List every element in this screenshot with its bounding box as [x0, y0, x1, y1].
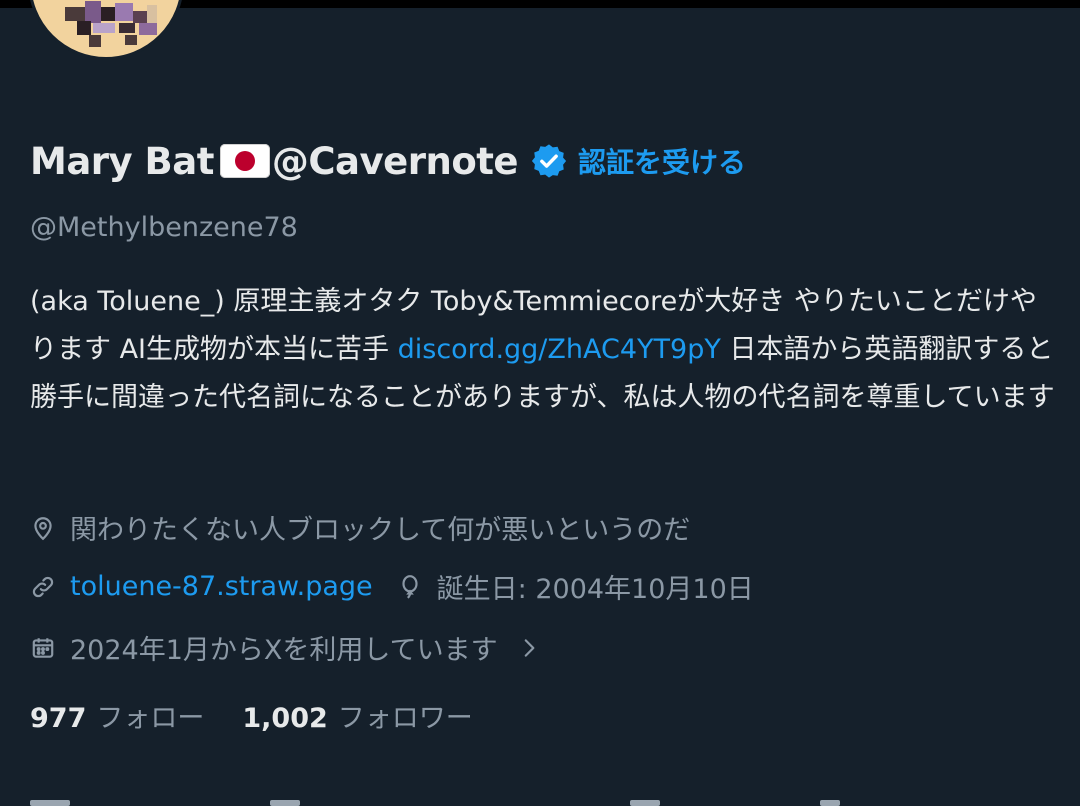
chevron-right-icon[interactable] [516, 635, 542, 661]
balloon-icon [397, 574, 423, 600]
follow-stats: 977 フォロー 1,002 フォロワー [30, 696, 473, 735]
cut-off-content [0, 796, 1080, 806]
joined-text: 2024年1月からXを利用しています [70, 635, 498, 666]
website-birthday-row: toluene-87.straw.page 誕生日: 2004年10月10日 [30, 567, 754, 606]
followers-link[interactable]: 1,002 フォロワー [242, 696, 472, 735]
location-pin-icon [30, 515, 56, 541]
joined-row[interactable]: 2024年1月からXを利用しています [30, 628, 542, 667]
website-link[interactable]: toluene-87.straw.page [70, 571, 373, 602]
location-row: 関わりたくない人ブロックして何が悪いというのだ [30, 508, 690, 547]
link-icon [30, 574, 56, 600]
verified-badge-icon[interactable] [530, 142, 568, 180]
discord-link[interactable]: discord.gg/ZhAC4YT9pY [398, 334, 721, 365]
followers-count: 1,002 [242, 703, 328, 734]
display-name-suffix: @Cavernote [271, 139, 519, 183]
profile-bio: (aka Toluene_) 原理主義オタク Toby&Temmiecoreが大… [30, 278, 1060, 422]
following-label: フォロー [96, 703, 205, 734]
birthday-text: 誕生日: 2004年10月10日 [436, 574, 754, 605]
japan-flag-icon [219, 144, 270, 178]
calendar-icon [30, 635, 56, 661]
profile-handle: @Methylbenzene78 [30, 212, 298, 243]
get-verified-link[interactable]: 認証を受ける [578, 141, 746, 181]
profile-name-row: Mary Bat @Cavernote 認証を受ける [30, 136, 746, 186]
following-link[interactable]: 977 フォロー [30, 696, 204, 735]
location-text: 関わりたくない人ブロックして何が悪いというのだ [70, 515, 691, 546]
following-count: 977 [30, 703, 87, 734]
display-name: Mary Bat [30, 139, 214, 183]
followers-label: フォロワー [337, 703, 473, 734]
avatar[interactable] [28, 0, 184, 60]
